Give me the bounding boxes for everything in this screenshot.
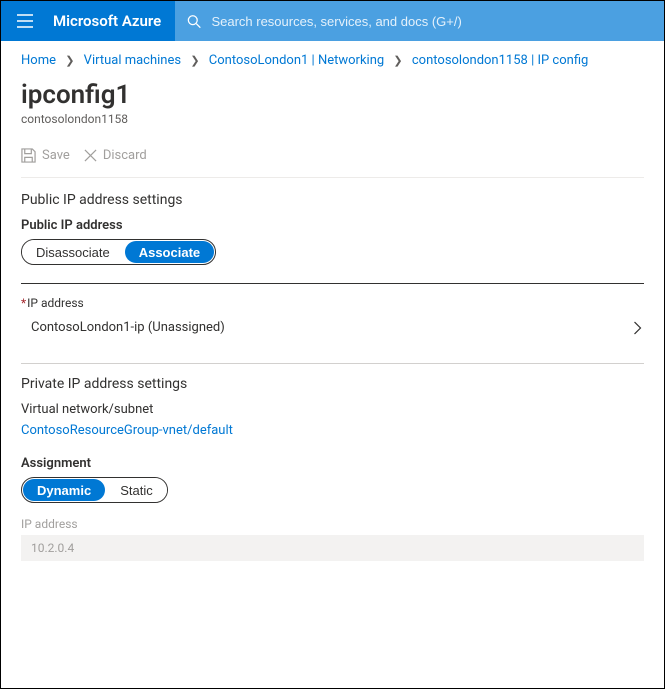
private-ip-label: IP address: [21, 517, 644, 531]
breadcrumb: Home ❯ Virtual machines ❯ ContosoLondon1…: [1, 41, 664, 76]
top-bar: Microsoft Azure: [1, 1, 664, 41]
breadcrumb-networking[interactable]: ContosoLondon1 | Networking: [209, 53, 384, 68]
discard-label: Discard: [103, 148, 147, 163]
breadcrumb-ipconfig[interactable]: contosolondon1158 | IP config: [412, 53, 588, 68]
private-ip-value: 10.2.0.4: [21, 535, 644, 561]
search-input[interactable]: [211, 14, 652, 29]
disassociate-option[interactable]: Disassociate: [22, 240, 124, 264]
page-subtitle: contosolondon1158: [21, 112, 644, 126]
ip-address-selector[interactable]: ContosoLondon1-ip (Unassigned): [21, 316, 644, 345]
command-bar: Save Discard: [21, 142, 644, 178]
breadcrumb-home[interactable]: Home: [21, 53, 56, 68]
save-icon: [21, 148, 36, 163]
close-icon: [84, 149, 97, 162]
ip-address-label: *IP address: [21, 296, 644, 310]
vnet-link[interactable]: ContosoResourceGroup-vnet/default: [21, 423, 233, 438]
assignment-toggle: Dynamic Static: [21, 477, 168, 503]
vnet-label: Virtual network/subnet: [21, 402, 644, 417]
public-ip-section-title: Public IP address settings: [21, 192, 644, 208]
search-box[interactable]: [175, 1, 664, 41]
divider: [21, 363, 644, 364]
save-button[interactable]: Save: [21, 148, 70, 163]
static-option[interactable]: Static: [106, 478, 167, 502]
breadcrumb-vms[interactable]: Virtual machines: [84, 53, 181, 68]
discard-button[interactable]: Discard: [84, 148, 147, 163]
save-label: Save: [42, 148, 70, 163]
brand-label: Microsoft Azure: [49, 12, 175, 30]
chevron-right-icon: [633, 321, 642, 335]
hamburger-icon: [17, 14, 33, 28]
assignment-label: Assignment: [21, 456, 644, 471]
breadcrumb-sep: ❯: [59, 54, 80, 67]
page-title: ipconfig1: [21, 80, 644, 110]
breadcrumb-sep: ❯: [184, 54, 205, 67]
breadcrumb-sep: ❯: [387, 54, 408, 67]
public-ip-label: Public IP address: [21, 218, 644, 233]
menu-button[interactable]: [1, 1, 49, 41]
ip-address-value: ContosoLondon1-ip (Unassigned): [31, 320, 225, 335]
divider: [21, 283, 644, 284]
page-content: ipconfig1 contosolondon1158 Save Discard…: [1, 76, 664, 581]
dynamic-option[interactable]: Dynamic: [23, 479, 105, 501]
associate-option[interactable]: Associate: [125, 241, 214, 263]
public-ip-toggle: Disassociate Associate: [21, 239, 216, 265]
private-ip-section-title: Private IP address settings: [21, 376, 644, 392]
search-icon: [187, 14, 201, 29]
